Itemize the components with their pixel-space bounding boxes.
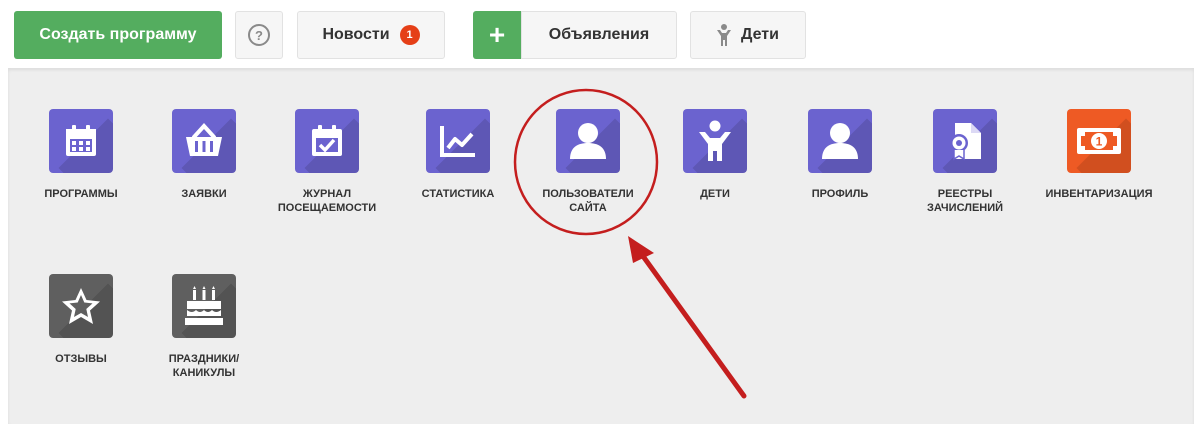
announcements-button[interactable]: Объявления	[521, 11, 677, 59]
tile-profile-label: ПРОФИЛЬ	[811, 188, 869, 200]
kids-label: Дети	[741, 26, 779, 43]
tile-children-button[interactable]	[683, 109, 747, 173]
news-button[interactable]: Новости 1	[297, 11, 445, 59]
tile-attendance-journal[interactable]: ЖУРНАЛ ПОСЕЩАЕМОСТИ	[262, 109, 392, 215]
svg-text:1: 1	[1096, 135, 1103, 149]
tile-applications-label: ЗАЯВКИ	[181, 188, 227, 200]
tile-holidays-button[interactable]	[172, 274, 236, 338]
tile-site-users-button[interactable]	[556, 109, 620, 173]
tile-site-users-label: ПОЛЬЗОВАТЕЛИ САЙТА	[542, 188, 634, 214]
certificate-icon	[950, 123, 981, 161]
tile-programs[interactable]: ПРОГРАММЫ	[16, 109, 146, 201]
tile-inventory-button[interactable]: 1	[1067, 109, 1131, 173]
tile-applications-button[interactable]	[172, 109, 236, 173]
top-toolbar: Создать программу ? Новости 1 + Объявлен…	[0, 0, 1194, 68]
kids-button[interactable]: Дети	[690, 11, 806, 59]
basket-icon	[186, 123, 222, 156]
help-button[interactable]: ?	[235, 11, 283, 59]
help-icon: ?	[248, 24, 270, 46]
tile-holidays[interactable]: ПРАЗДНИКИ/ КАНИКУЛЫ	[139, 274, 269, 380]
tile-programs-label: ПРОГРАММЫ	[44, 188, 118, 200]
child-icon	[717, 24, 732, 46]
child-icon	[699, 120, 731, 161]
tile-enrollment-registers-label: РЕЕСТРЫ ЗАЧИСЛЕНИЙ	[926, 188, 1004, 214]
tile-attendance-journal-button[interactable]	[295, 109, 359, 173]
tile-applications[interactable]: ЗАЯВКИ	[139, 109, 269, 201]
tile-inventory-label: ИНВЕНТАРИЗАЦИЯ	[1045, 188, 1153, 200]
tile-statistics-label: СТАТИСТИКА	[421, 188, 495, 200]
tile-inventory[interactable]: 1 ИНВЕНТАРИЗАЦИЯ	[1034, 109, 1164, 201]
tile-enrollment-registers[interactable]: РЕЕСТРЫ ЗАЧИСЛЕНИЙ	[900, 109, 1030, 215]
chart-icon	[440, 126, 475, 157]
announcements-label: Объявления	[548, 26, 650, 43]
birthday-cake-icon	[185, 286, 223, 325]
tile-reviews[interactable]: ОТЗЫВЫ	[16, 274, 146, 366]
news-count-badge: 1	[399, 25, 420, 45]
tile-statistics[interactable]: СТАТИСТИКА	[393, 109, 523, 201]
create-program-button[interactable]: Создать программу	[14, 11, 222, 59]
tile-attendance-journal-label: ЖУРНАЛ ПОСЕЩАЕМОСТИ	[277, 188, 377, 214]
tile-children[interactable]: ДЕТИ	[650, 109, 780, 201]
add-announcement-button[interactable]: +	[473, 11, 521, 59]
tile-programs-button[interactable]	[49, 109, 113, 173]
star-icon	[62, 288, 100, 324]
news-label: Новости	[322, 26, 390, 43]
tile-statistics-button[interactable]	[426, 109, 490, 173]
tile-profile[interactable]: ПРОФИЛЬ	[775, 109, 905, 201]
plus-icon: +	[488, 19, 506, 50]
user-icon	[570, 123, 606, 159]
tile-reviews-label: ОТЗЫВЫ	[55, 353, 107, 365]
tile-site-users[interactable]: ПОЛЬЗОВАТЕЛИ САЙТА	[523, 109, 653, 215]
money-icon: 1	[1077, 128, 1121, 154]
calendar-check-icon	[312, 125, 342, 156]
tile-profile-button[interactable]	[808, 109, 872, 173]
calendar-icon	[66, 125, 96, 156]
tile-enrollment-registers-button[interactable]	[933, 109, 997, 173]
tile-children-label: ДЕТИ	[700, 188, 730, 200]
tile-holidays-label: ПРАЗДНИКИ/ КАНИКУЛЫ	[168, 353, 240, 379]
tile-reviews-button[interactable]	[49, 274, 113, 338]
user-icon	[822, 123, 858, 159]
